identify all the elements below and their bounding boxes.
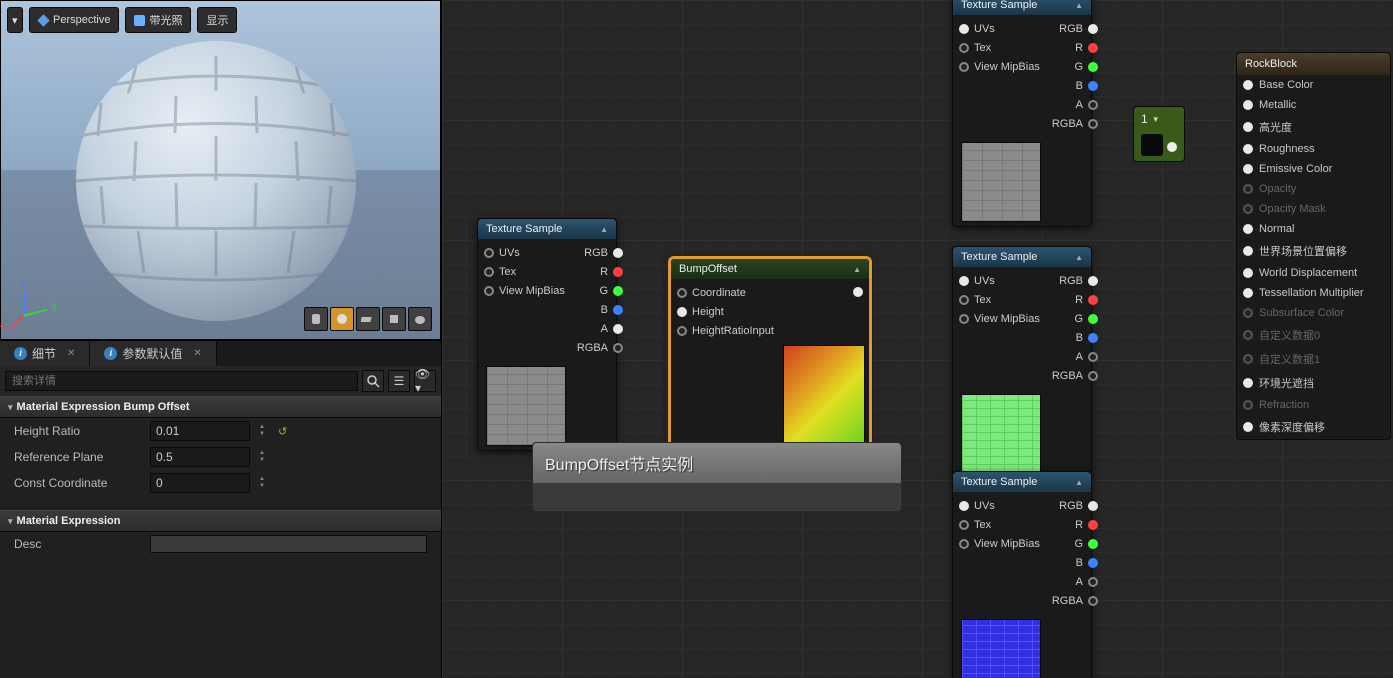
- plane-button[interactable]: [356, 307, 380, 331]
- spinner[interactable]: ▲▼: [256, 450, 268, 464]
- texture-preview: [486, 366, 566, 446]
- search-row: ☰ 👁▾: [0, 366, 441, 396]
- result-pin-世界场景位置偏移[interactable]: 世界场景位置偏移: [1243, 243, 1384, 259]
- close-icon[interactable]: ✕: [67, 348, 75, 359]
- result-pin-roughness[interactable]: Roughness: [1243, 143, 1384, 155]
- desc-input[interactable]: [150, 535, 427, 553]
- details-tabs: i细节✕ i参数默认值✕: [0, 340, 441, 366]
- preview-sphere: [76, 41, 356, 321]
- pin-height[interactable]: [677, 307, 687, 317]
- prop-reference-plane: Reference Plane 0.5 ▲▼: [0, 444, 441, 470]
- pin-view-mip[interactable]: [484, 286, 494, 296]
- search-input[interactable]: [5, 371, 358, 391]
- texture-preview: [961, 394, 1041, 474]
- result-pin-环境光遮挡[interactable]: 环境光遮挡: [1243, 375, 1384, 391]
- tab-defaults[interactable]: i参数默认值✕: [90, 341, 216, 366]
- search-button[interactable]: [362, 370, 384, 392]
- node-constant-1[interactable]: 1▼: [1133, 106, 1185, 162]
- result-pin-tessellation-multiplier[interactable]: Tessellation Multiplier: [1243, 287, 1384, 299]
- pin-a[interactable]: [613, 324, 623, 334]
- result-pin-opacity[interactable]: Opacity: [1243, 183, 1384, 195]
- pin-g[interactable]: [613, 286, 623, 296]
- primitive-shape-buttons: [304, 307, 432, 331]
- comment-title[interactable]: BumpOffset节点实例: [533, 443, 901, 483]
- section-material-expression[interactable]: Material Expression: [0, 510, 441, 532]
- perspective-icon: [37, 14, 49, 26]
- left-panel: ▾ Perspective 带光照 显示 i细节✕ i参数默认值✕: [0, 0, 442, 678]
- viewport-toolbar: ▾ Perspective 带光照 显示: [7, 7, 237, 33]
- axis-gizmo: [11, 289, 51, 329]
- height-ratio-input[interactable]: 0.01: [150, 421, 250, 441]
- info-icon: i: [104, 347, 117, 360]
- spinner[interactable]: ▲▼: [256, 424, 268, 438]
- result-pin-subsurface-color[interactable]: Subsurface Color: [1243, 307, 1384, 319]
- result-pin-normal[interactable]: Normal: [1243, 223, 1384, 235]
- pin-r[interactable]: [613, 267, 623, 277]
- comment-node[interactable]: BumpOffset节点实例: [532, 442, 902, 512]
- texture-preview: [961, 142, 1041, 222]
- show-button[interactable]: 显示: [197, 7, 237, 33]
- node-bump-offset[interactable]: BumpOffset▲ Coordinate Height HeightRati…: [670, 258, 870, 460]
- cylinder-button[interactable]: [304, 307, 328, 331]
- node-texture-sample-2[interactable]: Texture Sample▲ UVs Tex View MipBias RGB…: [952, 0, 1092, 227]
- spinner[interactable]: ▲▼: [256, 476, 268, 490]
- revert-icon[interactable]: ↺: [278, 425, 287, 438]
- result-pin-opacity-mask[interactable]: Opacity Mask: [1243, 203, 1384, 215]
- result-pin-metallic[interactable]: Metallic: [1243, 99, 1384, 111]
- pin-uvs[interactable]: [484, 248, 494, 258]
- result-pin-高光度[interactable]: 高光度: [1243, 119, 1384, 135]
- pin-rgba[interactable]: [613, 343, 623, 353]
- cube-button[interactable]: [382, 307, 406, 331]
- material-graph[interactable]: Texture Sample▲ UVs Tex View MipBias RGB…: [442, 0, 1393, 678]
- pin-output[interactable]: [1167, 142, 1177, 152]
- pin-rgb[interactable]: [613, 248, 623, 258]
- prop-desc: Desc: [0, 532, 441, 556]
- pin-b[interactable]: [613, 305, 623, 315]
- perspective-button[interactable]: Perspective: [29, 7, 119, 33]
- node-texture-sample-1[interactable]: Texture Sample▲ UVs Tex View MipBias RGB…: [477, 218, 617, 451]
- bump-preview: [783, 345, 865, 455]
- cube-icon: [134, 15, 145, 26]
- eye-dropdown[interactable]: 👁▾: [414, 370, 436, 392]
- result-pin-world-displacement[interactable]: World Displacement: [1243, 267, 1384, 279]
- result-pin-像素深度偏移[interactable]: 像素深度偏移: [1243, 419, 1384, 435]
- result-pin-自定义数据0[interactable]: 自定义数据0: [1243, 327, 1384, 343]
- lighting-button[interactable]: 带光照: [125, 7, 191, 33]
- viewport-options-dropdown[interactable]: ▾: [7, 7, 23, 33]
- node-texture-sample-4[interactable]: Texture Sample▲ UVs Tex View MipBias RGB…: [952, 471, 1092, 678]
- pin-output[interactable]: [853, 287, 863, 297]
- pin-tex[interactable]: [484, 267, 494, 277]
- section-bump-offset[interactable]: Material Expression Bump Offset: [0, 396, 441, 418]
- result-pin-base-color[interactable]: Base Color: [1243, 79, 1384, 91]
- pin-coordinate[interactable]: [677, 288, 687, 298]
- filter-button[interactable]: ☰: [388, 370, 410, 392]
- info-icon: i: [14, 347, 27, 360]
- preview-viewport[interactable]: ▾ Perspective 带光照 显示: [0, 0, 441, 340]
- teapot-button[interactable]: [408, 307, 432, 331]
- result-title: RockBlock: [1237, 53, 1390, 75]
- tab-details[interactable]: i细节✕: [0, 341, 90, 366]
- texture-preview: [961, 619, 1041, 678]
- pin-height-ratio-input[interactable]: [677, 326, 687, 336]
- const-coord-input[interactable]: 0: [150, 473, 250, 493]
- prop-const-coordinate: Const Coordinate 0 ▲▼: [0, 470, 441, 496]
- result-pin-refraction[interactable]: Refraction: [1243, 399, 1384, 411]
- node-texture-sample-3[interactable]: Texture Sample▲ UVs Tex View MipBias RGB…: [952, 246, 1092, 479]
- prop-height-ratio: Height Ratio 0.01 ▲▼ ↺: [0, 418, 441, 444]
- sphere-button[interactable]: [330, 307, 354, 331]
- result-pin-自定义数据1[interactable]: 自定义数据1: [1243, 351, 1384, 367]
- result-pin-emissive-color[interactable]: Emissive Color: [1243, 163, 1384, 175]
- reference-plane-input[interactable]: 0.5: [150, 447, 250, 467]
- node-material-result[interactable]: RockBlock Base Color Metallic 高光度 Roughness…: [1236, 52, 1391, 440]
- close-icon[interactable]: ✕: [193, 348, 201, 359]
